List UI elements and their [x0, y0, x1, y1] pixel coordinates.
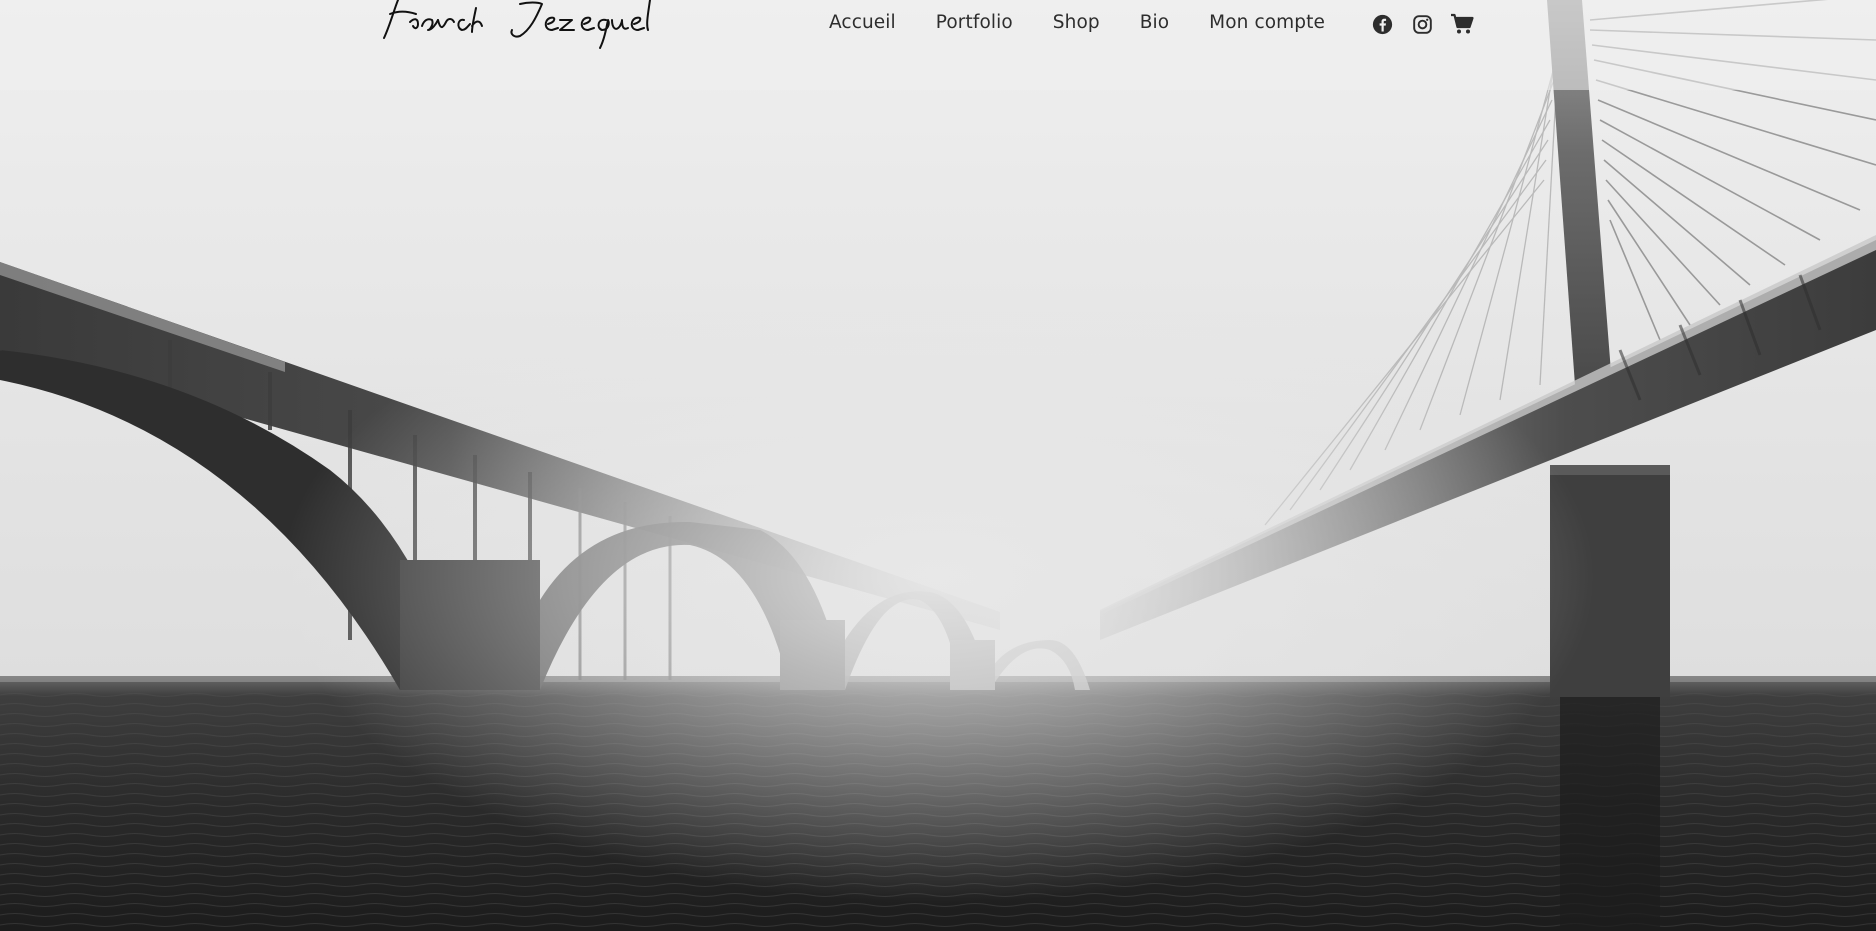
facebook-icon: [1372, 14, 1392, 34]
site-logo[interactable]: [380, 0, 660, 60]
nav-item-bio[interactable]: Bio: [1140, 12, 1169, 33]
nav-item-mon-compte[interactable]: Mon compte: [1209, 12, 1325, 33]
cart-link[interactable]: [1450, 12, 1474, 36]
nav-item-accueil[interactable]: Accueil: [829, 12, 896, 33]
instagram-link[interactable]: [1410, 12, 1434, 36]
social-links: [1370, 12, 1474, 36]
page: Accueil Portfolio Shop Bio Mon compte: [0, 0, 1876, 931]
hero-image: [0, 0, 1876, 931]
nav-item-shop[interactable]: Shop: [1053, 12, 1100, 33]
site-header: Accueil Portfolio Shop Bio Mon compte: [0, 0, 1876, 60]
main-nav: Accueil Portfolio Shop Bio Mon compte: [829, 12, 1325, 33]
cart-icon: [1451, 13, 1474, 34]
instagram-icon: [1412, 14, 1432, 34]
facebook-link[interactable]: [1370, 12, 1394, 36]
nav-item-portfolio[interactable]: Portfolio: [936, 12, 1013, 33]
